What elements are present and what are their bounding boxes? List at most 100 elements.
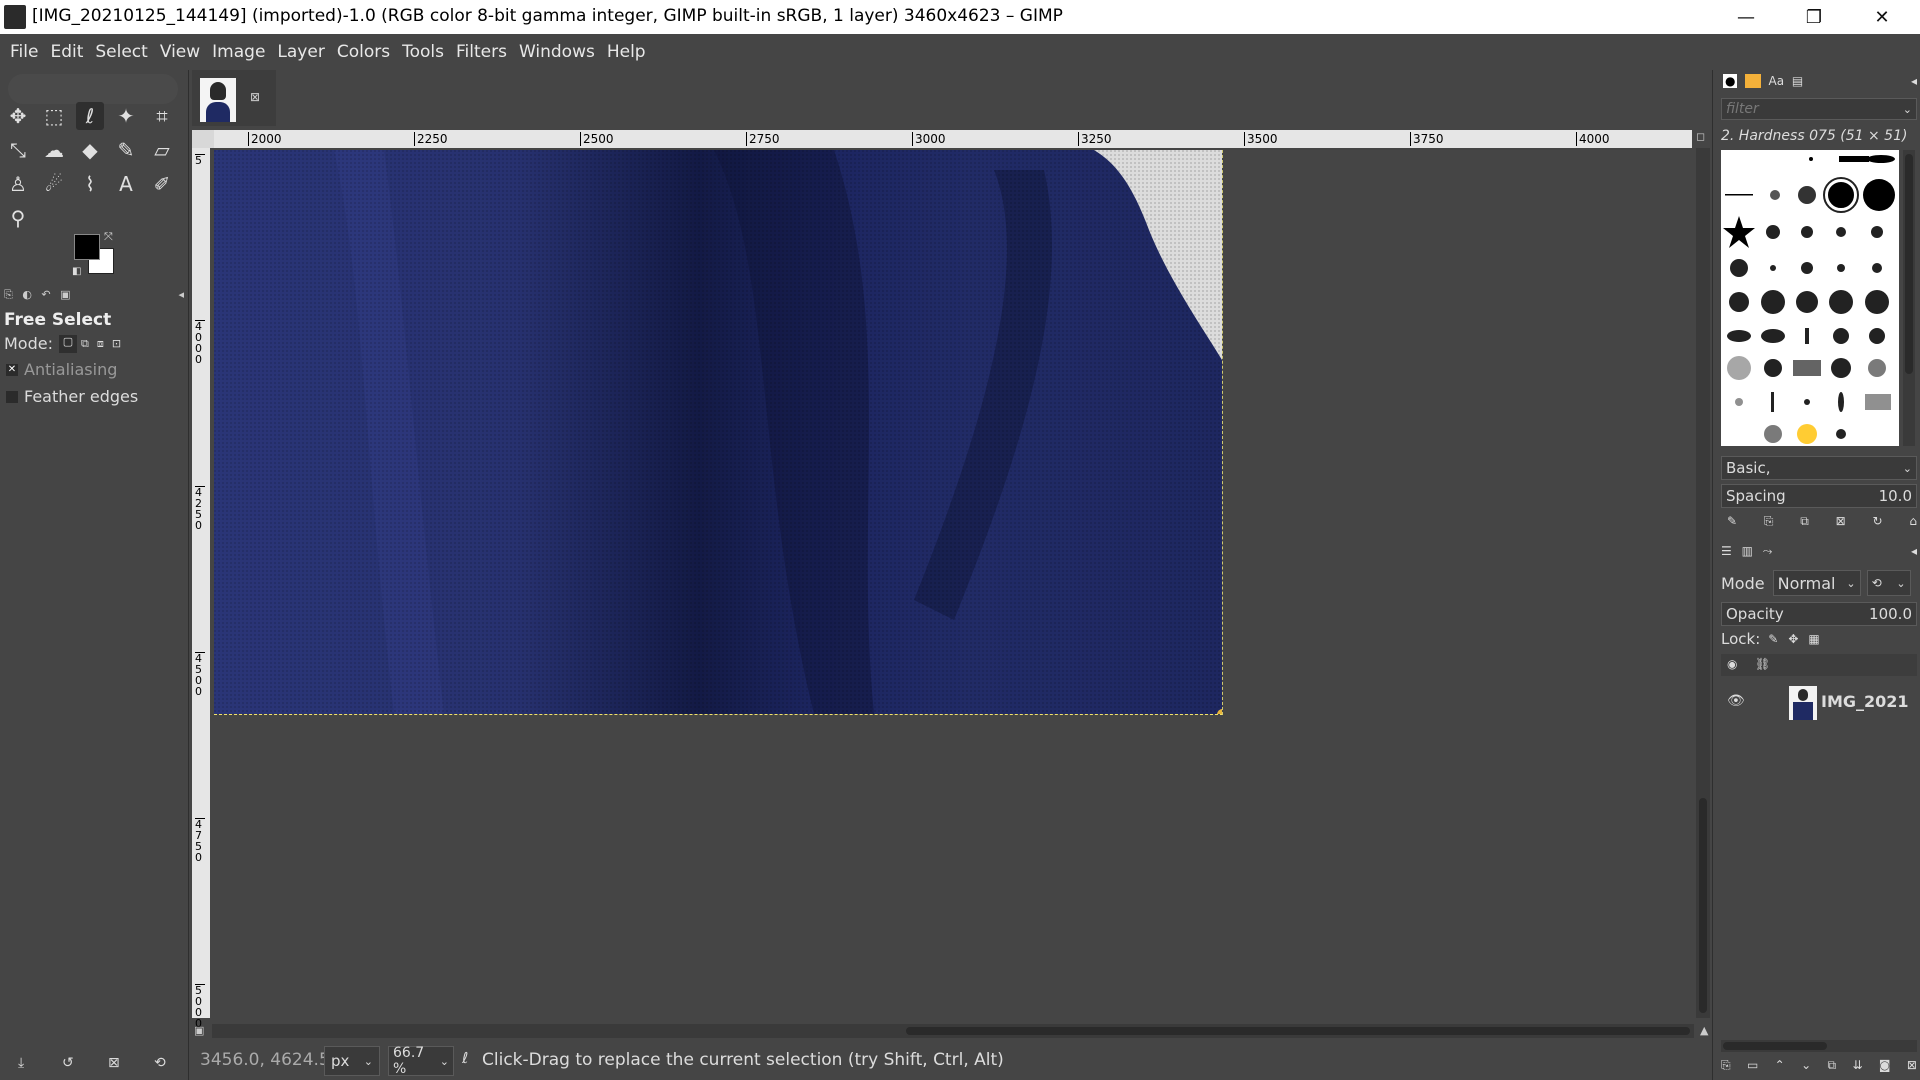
layer-visibility-eye-icon[interactable]: 👁 bbox=[1727, 693, 1745, 709]
spacing-field[interactable]: Spacing 10.0 bbox=[1721, 484, 1917, 508]
paths-tab-icon[interactable]: ⤳ bbox=[1763, 544, 1773, 558]
mode-replace-button[interactable]: ▢ bbox=[58, 334, 77, 353]
layer-mode-select[interactable]: Normal ⌄ bbox=[1772, 570, 1861, 596]
feather-edges-option[interactable]: Feather edges bbox=[6, 387, 138, 406]
reset-tool-options-icon[interactable]: ⟲ bbox=[154, 1055, 166, 1071]
menu-view[interactable]: View bbox=[154, 42, 206, 62]
close-tab-icon[interactable]: ⊠ bbox=[250, 90, 260, 104]
zoom-select[interactable]: 66.7 % ⌄ bbox=[388, 1045, 454, 1077]
horizontal-ruler[interactable]: 2000 2250 2500 2750 3000 3250 3500 3750 4000 bbox=[214, 130, 1692, 148]
tool-options-tab-icon[interactable]: ⎘ bbox=[4, 288, 13, 301]
mode-add-button[interactable]: ⧉ bbox=[81, 337, 89, 351]
document-history-tab-icon[interactable]: ▤ bbox=[1792, 74, 1803, 88]
default-colors-icon[interactable]: ◧ bbox=[72, 266, 81, 277]
layers-scrollbar[interactable] bbox=[1721, 1040, 1917, 1052]
menu-select[interactable]: Select bbox=[89, 42, 153, 62]
menu-filters[interactable]: Filters bbox=[450, 42, 513, 62]
layer-row[interactable]: 👁 IMG_2021 bbox=[1721, 682, 1917, 722]
device-status-tab-icon[interactable]: ◐ bbox=[22, 288, 32, 301]
vertical-scrollbar[interactable] bbox=[1696, 148, 1710, 1018]
mode-intersect-button[interactable]: ⊡ bbox=[112, 337, 121, 350]
menu-layer[interactable]: Layer bbox=[271, 42, 330, 62]
channels-tab-icon[interactable]: ▥ bbox=[1742, 544, 1753, 558]
duplicate-brush-icon[interactable]: ⧉ bbox=[1800, 514, 1809, 530]
menu-image[interactable]: Image bbox=[206, 42, 271, 62]
menu-colors[interactable]: Colors bbox=[331, 42, 396, 62]
layers-tab-icon[interactable]: ☰ bbox=[1721, 544, 1732, 558]
move-tool-icon[interactable]: ✥ bbox=[4, 102, 32, 130]
delete-layer-icon[interactable]: ⊠ bbox=[1907, 1058, 1917, 1074]
layer-mask-icon[interactable]: ◙ bbox=[1879, 1058, 1891, 1074]
vertical-ruler[interactable]: 5 4000 4250 4500 4750 5000 bbox=[192, 148, 210, 1029]
menu-file[interactable]: File bbox=[4, 42, 44, 62]
raise-layer-icon[interactable]: ⌃ bbox=[1775, 1058, 1785, 1074]
fonts-tab-icon[interactable]: Aa bbox=[1768, 74, 1784, 88]
opacity-field[interactable]: Opacity 100.0 bbox=[1721, 602, 1917, 626]
rect-select-tool-icon[interactable]: ⬚ bbox=[40, 102, 68, 130]
configure-tab-icon[interactable]: ◂ bbox=[1911, 74, 1917, 88]
images-tab-icon[interactable]: ▣ bbox=[60, 288, 70, 301]
brush-grid-scrollbar[interactable] bbox=[1903, 150, 1915, 446]
brushes-tab-icon[interactable]: ● bbox=[1723, 74, 1738, 88]
smudge-tool-icon[interactable]: ☄ bbox=[40, 170, 68, 198]
menu-help[interactable]: Help bbox=[601, 42, 652, 62]
refresh-brushes-icon[interactable]: ↻ bbox=[1873, 514, 1883, 530]
duplicate-layer-icon[interactable]: ⧉ bbox=[1828, 1058, 1837, 1074]
zoom-image-icon[interactable]: ▲ bbox=[1700, 1024, 1708, 1037]
brush-grid[interactable] bbox=[1721, 150, 1899, 446]
crop-tool-icon[interactable]: ⌗ bbox=[148, 102, 176, 130]
new-layer-group-icon[interactable]: ▭ bbox=[1747, 1058, 1758, 1074]
eraser-tool-icon[interactable]: ▱ bbox=[148, 136, 176, 164]
paths-tool-icon[interactable]: ⌇ bbox=[76, 170, 104, 198]
clone-tool-icon[interactable]: ♙ bbox=[4, 170, 32, 198]
unit-select[interactable]: px ⌄ bbox=[324, 1046, 380, 1076]
open-brush-folder-icon[interactable]: ⌂ bbox=[1909, 514, 1917, 530]
restore-button[interactable]: ❐ bbox=[1780, 0, 1848, 34]
quick-mask-toggle-icon[interactable]: ▣ bbox=[194, 1024, 204, 1037]
zoom-tool-icon[interactable]: ⚲ bbox=[4, 204, 32, 232]
menu-tools[interactable]: Tools bbox=[396, 42, 450, 62]
unified-transform-tool-icon[interactable]: ⤡ bbox=[4, 136, 32, 164]
bucket-fill-tool-icon[interactable]: ◆ bbox=[76, 136, 104, 164]
antialiasing-checkbox[interactable]: ✕ bbox=[6, 363, 18, 376]
save-tool-preset-icon[interactable]: ⤓ bbox=[18, 1055, 24, 1071]
image-tab-thumbnail[interactable] bbox=[200, 78, 236, 122]
delete-tool-preset-icon[interactable]: ⊠ bbox=[108, 1055, 120, 1071]
feather-edges-checkbox[interactable] bbox=[6, 390, 18, 403]
warp-tool-icon[interactable]: ☁ bbox=[40, 136, 68, 164]
menu-windows[interactable]: Windows bbox=[513, 42, 601, 62]
lock-pixels-icon[interactable]: ✎ bbox=[1768, 632, 1778, 646]
horizontal-scrollbar-thumb[interactable] bbox=[906, 1027, 1690, 1035]
swap-colors-icon[interactable]: ⤧ bbox=[104, 230, 113, 244]
layer-name[interactable]: IMG_2021 bbox=[1821, 692, 1909, 711]
lower-layer-icon[interactable]: ⌄ bbox=[1801, 1058, 1811, 1074]
new-brush-icon[interactable]: ⎘ bbox=[1764, 514, 1774, 530]
antialiasing-option[interactable]: ✕ Antialiasing bbox=[6, 360, 117, 379]
foreground-color-swatch[interactable] bbox=[74, 234, 100, 260]
image-tab[interactable]: ⊠ bbox=[192, 70, 276, 126]
close-button[interactable]: ✕ bbox=[1848, 0, 1916, 34]
new-layer-icon[interactable]: ⎘ bbox=[1721, 1058, 1731, 1074]
merge-layer-icon[interactable]: ⇊ bbox=[1852, 1058, 1862, 1074]
menu-edit[interactable]: Edit bbox=[44, 42, 89, 62]
fuzzy-select-tool-icon[interactable]: ✦ bbox=[112, 102, 140, 130]
edit-brush-icon[interactable]: ✎ bbox=[1727, 514, 1737, 530]
text-tool-icon[interactable]: A bbox=[112, 170, 140, 198]
minimize-button[interactable]: — bbox=[1712, 0, 1780, 34]
vertical-scrollbar-thumb[interactable] bbox=[1699, 798, 1707, 1013]
lock-position-icon[interactable]: ✥ bbox=[1788, 632, 1798, 646]
free-select-tool-icon[interactable]: ℓ bbox=[76, 102, 104, 130]
navigate-icon[interactable]: ◻ bbox=[1696, 130, 1710, 146]
composite-mode-select[interactable]: ⟲ ⌄ bbox=[1866, 570, 1911, 596]
selection-handle[interactable] bbox=[1217, 709, 1222, 714]
restore-tool-preset-icon[interactable]: ↺ bbox=[62, 1055, 74, 1071]
configure-tab-icon[interactable]: ◂ bbox=[1911, 544, 1917, 558]
delete-brush-icon[interactable]: ⊠ bbox=[1836, 514, 1846, 530]
mode-subtract-button[interactable]: ⧈ bbox=[97, 337, 104, 351]
configure-tab-icon[interactable]: ◂ bbox=[178, 288, 184, 301]
image-canvas[interactable] bbox=[214, 150, 1223, 715]
brush-filter-input[interactable]: filter ⌄ bbox=[1721, 98, 1917, 120]
paintbrush-tool-icon[interactable]: ✎ bbox=[112, 136, 140, 164]
patterns-tab-icon[interactable]: ■ bbox=[1745, 74, 1761, 88]
brush-preset-select[interactable]: Basic, ⌄ bbox=[1721, 456, 1917, 480]
